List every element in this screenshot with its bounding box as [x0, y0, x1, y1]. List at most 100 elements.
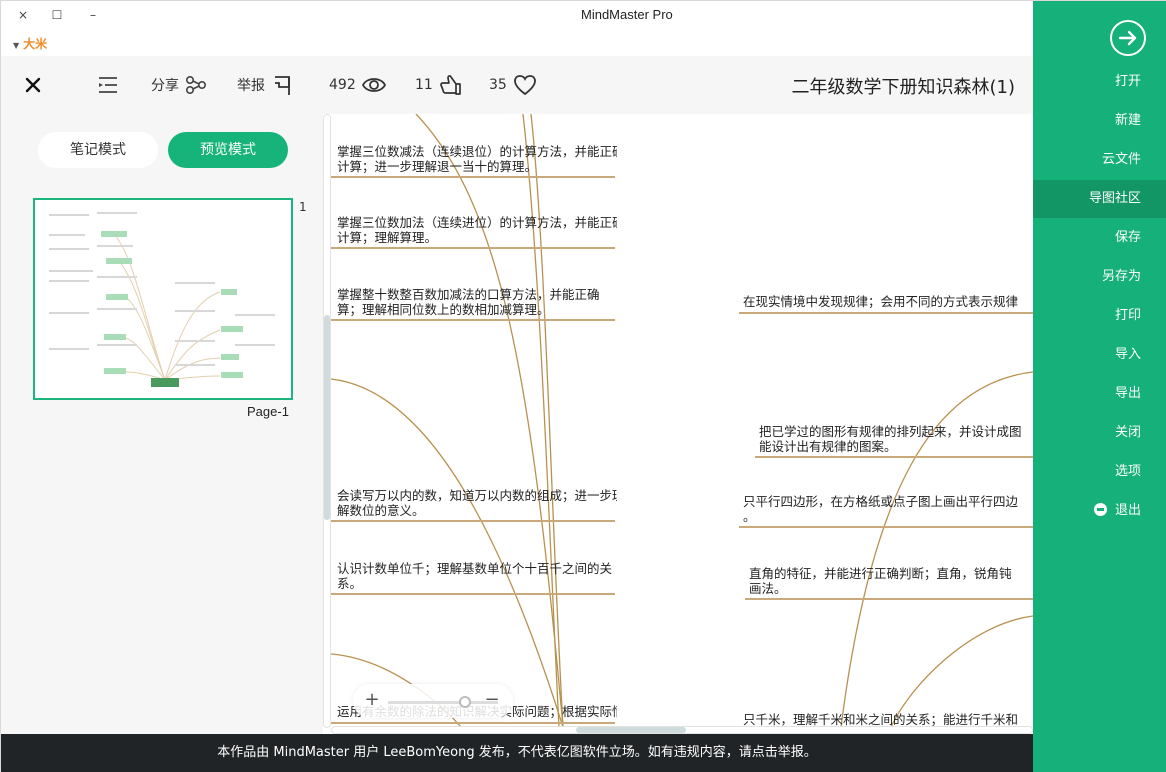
- report-button[interactable]: 举报: [237, 70, 293, 100]
- document-title: 二年级数学下册知识森林(1): [791, 77, 1016, 98]
- menu-item-label: 另存为: [1101, 269, 1141, 284]
- topic-underline: [331, 247, 615, 249]
- menu-item-1[interactable]: 新建: [1033, 102, 1166, 140]
- topic-text-line1: 会读写万以内的数，知道万以内数的组成；进一步理: [337, 488, 617, 503]
- zoom-out-button[interactable]: −: [483, 691, 501, 709]
- topic-node-left-4[interactable]: 认识计数单位千；理解基数单位个十百千之间的关 系。: [337, 561, 617, 591]
- maximize-window-button[interactable]: ☐: [47, 5, 67, 25]
- back-button[interactable]: [1110, 20, 1146, 56]
- list-menu-icon: [99, 77, 117, 93]
- topic-underline: [331, 722, 615, 724]
- topic-underline: [745, 598, 1033, 600]
- topic-node-left-3[interactable]: 会读写万以内的数，知道万以内数的组成；进一步理 解数位的意义。: [337, 488, 617, 518]
- zoom-in-button[interactable]: +: [363, 691, 381, 709]
- menu-item-label: 保存: [1114, 230, 1141, 245]
- favorite-count: 35: [489, 77, 507, 93]
- user-bar: ▼ 大米: [1, 29, 1033, 56]
- eye-icon: [361, 78, 386, 92]
- thumbs-up-icon: [439, 75, 461, 95]
- topic-underline: [331, 319, 615, 321]
- page-thumbnail[interactable]: [33, 198, 293, 400]
- mindmap-canvas[interactable]: 掌握三位数减法（连续退位）的计算方法，并能正确 计算；进一步理解退一当十的算理。掌…: [331, 114, 1033, 727]
- topic-node-right-3[interactable]: 直角的特征，并能进行正确判断；直角，锐角钝 画法。: [749, 566, 1033, 596]
- menu-item-9[interactable]: 关闭: [1033, 414, 1166, 452]
- menu-item-8[interactable]: 导出: [1033, 375, 1166, 413]
- topic-text-line2: 算；理解相同位数上的数相加减算理。: [337, 302, 550, 317]
- share-icon: [185, 75, 207, 95]
- topic-node-left-1[interactable]: 掌握三位数加法（连续进位）的计算方法，并能正确 计算；理解算理。: [337, 215, 617, 245]
- topic-text-line1: 在现实情境中发现规律；会用不同的方式表示规律: [743, 294, 1019, 309]
- zoom-slider-handle[interactable]: [459, 696, 471, 708]
- connector-line: [530, 114, 564, 727]
- menu-item-3[interactable]: 导图社区: [1033, 180, 1166, 218]
- menu-item-label: 打印: [1114, 308, 1141, 323]
- topic-node-right-2[interactable]: 只平行四边形，在方格纸或点子图上画出平行四边。: [743, 494, 1033, 524]
- topic-text-line2: 计算；进一步理解退一当十的算理。: [337, 159, 538, 174]
- topic-text-line2: 系。: [337, 576, 363, 591]
- like-button[interactable]: 11: [415, 70, 461, 100]
- menu-item-label: 新建: [1114, 113, 1141, 128]
- topic-underline: [331, 593, 615, 595]
- menu-item-label: 云文件: [1101, 152, 1141, 167]
- topic-text-line1: 掌握整十数整百数加减法的口算方法，并能正确: [337, 287, 600, 302]
- outline-menu-button[interactable]: [97, 70, 119, 100]
- vertical-scrollbar[interactable]: [323, 114, 331, 728]
- minimize-window-button[interactable]: –: [83, 5, 103, 25]
- mindmaster-window: × ☐ – MindMaster Pro ▼ 大米 分享 举报 492 11 3…: [0, 0, 1166, 772]
- menu-item-4[interactable]: 保存: [1033, 219, 1166, 257]
- app-title: MindMaster Pro: [581, 7, 673, 22]
- maximize-icon: ☐: [51, 8, 63, 22]
- menu-item-11[interactable]: 退出: [1033, 492, 1166, 530]
- menu-item-label: 选项: [1114, 464, 1141, 479]
- menu-item-label: 导图社区: [1088, 191, 1141, 206]
- menu-item-label: 打开: [1114, 74, 1141, 89]
- page-number: 1: [299, 200, 307, 214]
- close-document-button[interactable]: [23, 70, 43, 100]
- topic-text-line2: 画法。: [749, 581, 787, 596]
- connector-lines: [331, 114, 1033, 727]
- topic-text-line2: 解数位的意义。: [337, 503, 425, 518]
- topic-text-line1: 直角的特征，并能进行正确判断；直角，锐角钝: [749, 566, 1012, 581]
- toolbar: 分享 举报 492 11 35 二年级数学下册知识森林(1): [1, 56, 1033, 114]
- horizontal-scrollbar-thumb[interactable]: [576, 727, 686, 733]
- title-bar: × ☐ – MindMaster Pro: [1, 1, 1033, 29]
- note-mode-button[interactable]: 笔记模式: [38, 132, 158, 168]
- flag-icon: [275, 76, 290, 95]
- favorite-button[interactable]: 35: [489, 70, 537, 100]
- share-button[interactable]: 分享: [151, 70, 207, 100]
- horizontal-scrollbar[interactable]: [331, 726, 1033, 734]
- menu-item-10[interactable]: 选项: [1033, 453, 1166, 491]
- topic-node-left-0[interactable]: 掌握三位数减法（连续退位）的计算方法，并能正确 计算；进一步理解退一当十的算理。: [337, 144, 617, 174]
- exit-icon: [1093, 503, 1107, 516]
- close-icon: [25, 77, 41, 93]
- topic-underline: [331, 520, 615, 522]
- file-menu-panel: 打开新建云文件导图社区保存另存为打印导入 导出关闭选项退出: [1033, 1, 1166, 772]
- connector-line: [415, 114, 564, 727]
- topic-underline: [739, 312, 1033, 314]
- heart-icon: [513, 75, 536, 96]
- topic-node-right-1[interactable]: 把已学过的图形有规律的排列起来，并设计成图 能设计出有规律的图案。: [759, 424, 1033, 454]
- share-label: 分享: [151, 78, 179, 94]
- topic-node-left-2[interactable]: 掌握整十数整百数加减法的口算方法，并能正确 算；理解相同位数上的数相加减算理。: [337, 287, 617, 317]
- topic-node-right-0[interactable]: 在现实情境中发现规律；会用不同的方式表示规律: [743, 294, 1033, 309]
- zoom-slider[interactable]: [388, 701, 498, 704]
- menu-item-6[interactable]: 打印: [1033, 297, 1166, 335]
- topic-node-right-4[interactable]: 只千米，理解千米和米之间的关系；能进行千米和: [743, 712, 1033, 727]
- connector-line: [890, 615, 1033, 727]
- vertical-scrollbar-thumb[interactable]: [324, 315, 330, 520]
- menu-item-label: 关闭: [1114, 425, 1141, 440]
- zoom-control: + −: [353, 684, 513, 718]
- topic-text-line1: 只千米，理解千米和米之间的关系；能进行千米和: [743, 712, 1019, 727]
- user-menu[interactable]: ▼ 大米: [13, 35, 47, 52]
- topic-text-line1: 掌握三位数加法（连续进位）的计算方法，并能正确: [337, 215, 617, 230]
- menu-item-7[interactable]: 导入: [1033, 336, 1166, 374]
- like-count: 11: [415, 77, 433, 93]
- preview-mode-button[interactable]: 预览模式: [168, 132, 288, 168]
- close-window-button[interactable]: ×: [13, 5, 33, 25]
- minimize-icon: –: [90, 8, 96, 22]
- caret-down-icon: ▼: [13, 41, 20, 50]
- user-name: 大米: [23, 37, 48, 51]
- menu-item-0[interactable]: 打开: [1033, 63, 1166, 101]
- menu-item-2[interactable]: 云文件: [1033, 141, 1166, 179]
- menu-item-5[interactable]: 另存为: [1033, 258, 1166, 296]
